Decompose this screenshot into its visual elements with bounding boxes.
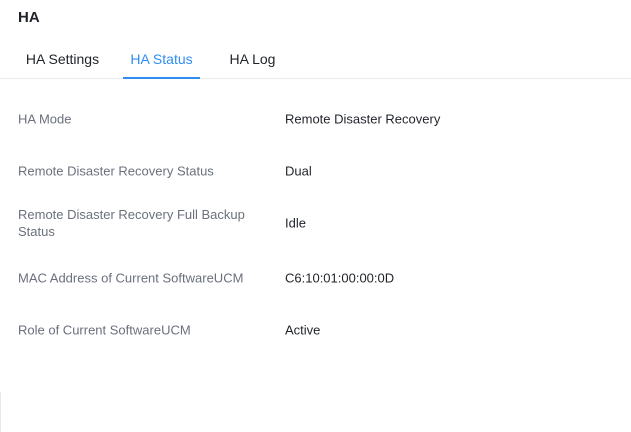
status-row-full-backup-status: Remote Disaster Recovery Full Backup Sta… xyxy=(0,197,631,249)
page-title: HA xyxy=(18,9,40,26)
rdr-status-value: Dual xyxy=(285,163,312,179)
status-row-ha-mode: HA Mode Remote Disaster Recovery xyxy=(0,93,631,145)
rdr-status-label: Remote Disaster Recovery Status xyxy=(18,163,214,179)
full-backup-status-value: Idle xyxy=(285,215,306,231)
ha-page: HA HA Settings HA Status HA Log HA Mode … xyxy=(0,0,631,432)
mac-address-label: MAC Address of Current SoftwareUCM xyxy=(18,270,244,286)
mac-address-value: C6:10:01:00:00:0D xyxy=(285,270,395,286)
tab-ha-log[interactable]: HA Log xyxy=(222,40,283,78)
role-value: Active xyxy=(285,322,321,338)
left-divider xyxy=(0,392,1,432)
tab-ha-settings[interactable]: HA Settings xyxy=(18,40,107,78)
tab-bar: HA Settings HA Status HA Log xyxy=(0,40,631,79)
status-row-role: Role of Current SoftwareUCM Active xyxy=(0,304,631,356)
ha-mode-value: Remote Disaster Recovery xyxy=(285,111,441,127)
tab-ha-status[interactable]: HA Status xyxy=(123,40,200,79)
status-row-mac-address: MAC Address of Current SoftwareUCM C6:10… xyxy=(0,252,631,304)
status-row-rdr-status: Remote Disaster Recovery Status Dual xyxy=(0,145,631,197)
ha-mode-label: HA Mode xyxy=(18,111,72,127)
full-backup-status-label: Remote Disaster Recovery Full Backup Sta… xyxy=(18,207,245,239)
role-label: Role of Current SoftwareUCM xyxy=(18,322,191,338)
